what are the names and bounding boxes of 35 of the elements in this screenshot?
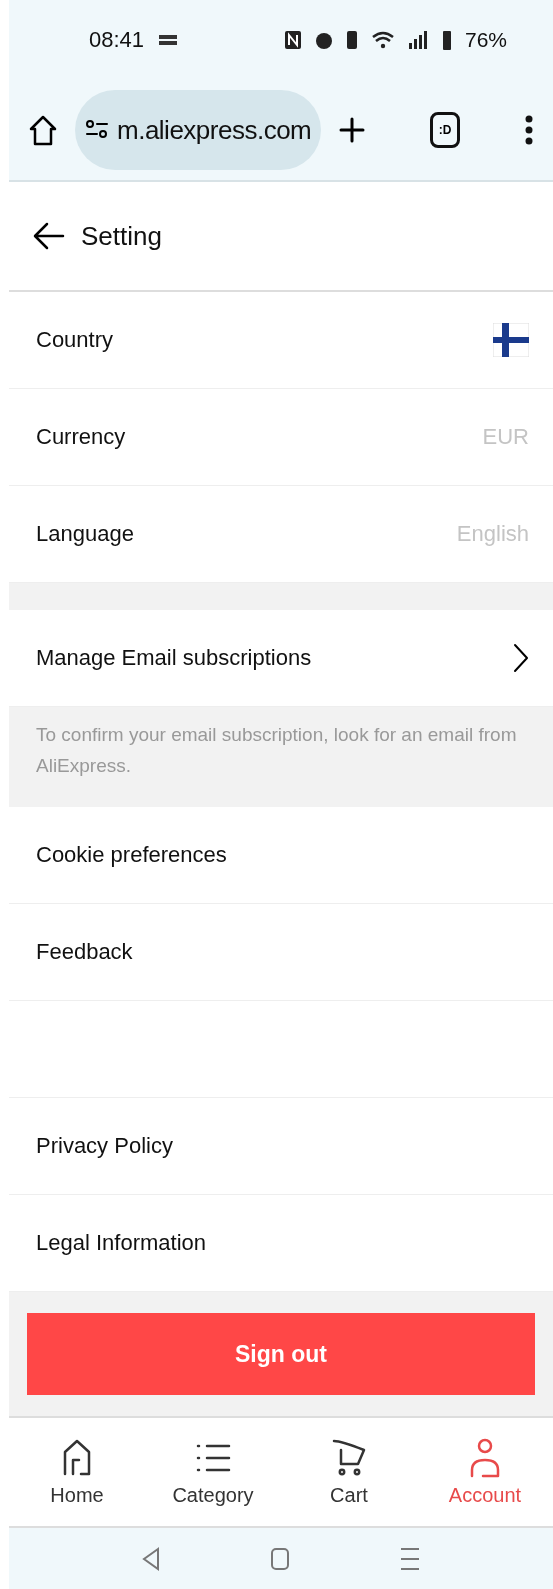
- setting-value: English: [456, 521, 529, 547]
- setting-label[interactable]: Legal Information: [36, 1230, 206, 1256]
- battery-percent: 76%: [464, 28, 507, 52]
- back-arrow-icon: [33, 222, 65, 250]
- setting-label[interactable]: Privacy Policy: [36, 1133, 173, 1159]
- nfc-icon: [284, 31, 301, 49]
- plus-icon: [339, 117, 366, 143]
- back-icon[interactable]: [142, 1546, 160, 1571]
- address-bar[interactable]: m.aliexpress.com: [75, 90, 322, 170]
- wifi-icon: [370, 31, 395, 49]
- setting-label[interactable]: Feedback: [36, 939, 133, 965]
- signal-icon: [408, 31, 429, 49]
- nav-tab[interactable]: Category: [145, 1418, 281, 1526]
- nav-tab[interactable]: Account: [417, 1418, 553, 1526]
- setting-label[interactable]: Currency: [36, 424, 126, 450]
- setting-label[interactable]: Manage Email subscriptions: [36, 645, 312, 671]
- site-settings-icon: [85, 119, 109, 141]
- cart-icon: [331, 1437, 367, 1478]
- page-title: Setting: [81, 220, 162, 252]
- menu-icon[interactable]: [525, 115, 533, 145]
- nav-tab[interactable]: Cart: [281, 1418, 417, 1526]
- battery-icon: [442, 30, 451, 50]
- home-icon: [29, 114, 57, 146]
- chevron-right-icon: [513, 643, 529, 673]
- setting-value: EUR: [482, 424, 529, 450]
- home-icon[interactable]: [270, 1546, 290, 1571]
- setting-label[interactable]: Language: [36, 521, 134, 547]
- recents-icon[interactable]: [400, 1546, 420, 1571]
- status-time: 08:41: [89, 27, 145, 53]
- nav-tab[interactable]: Home: [9, 1418, 145, 1526]
- setting-label[interactable]: Cookie preferences: [36, 842, 227, 868]
- setting-label[interactable]: Country: [36, 327, 114, 353]
- flag-icon: [493, 323, 529, 357]
- tabs-button[interactable]: :D: [430, 112, 461, 148]
- info-note: To confirm your email subscription, look for an email from AliExpress.: [9, 707, 553, 807]
